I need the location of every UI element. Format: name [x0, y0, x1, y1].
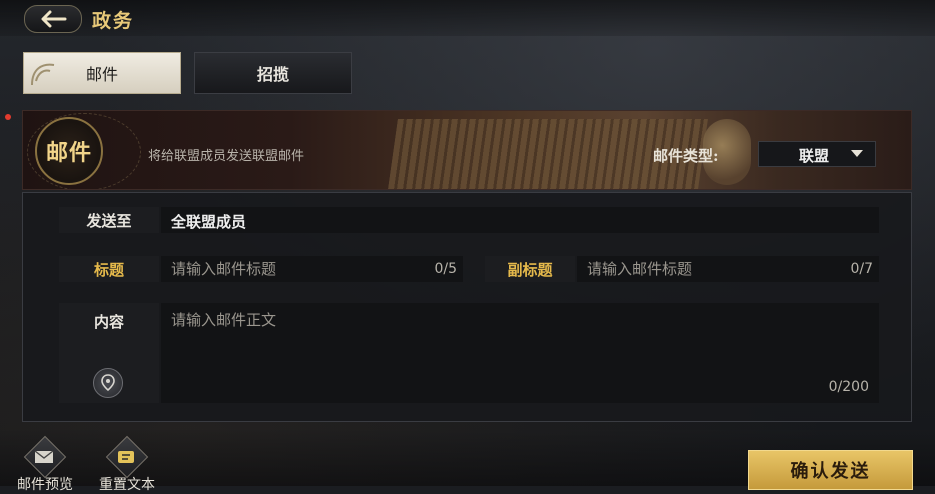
- title-input[interactable]: [171, 260, 401, 278]
- subtitle-field: 0/7: [577, 256, 879, 282]
- content-textarea[interactable]: [171, 309, 861, 369]
- tab-mail[interactable]: 邮件: [23, 52, 181, 94]
- tab-mail-label: 邮件: [85, 65, 118, 84]
- arrow-left-icon: [41, 10, 67, 28]
- notification-dot: [5, 114, 11, 120]
- subtitle-input[interactable]: [587, 260, 817, 278]
- mail-seal: 邮件: [35, 117, 103, 185]
- send-to-value: 全联盟成员: [171, 213, 247, 231]
- reset-text-icon: [118, 451, 134, 463]
- title-label: 标题: [59, 256, 159, 282]
- title-counter: 0/5: [434, 261, 457, 277]
- seal-text: 邮件: [45, 140, 92, 166]
- location-pin-icon: [101, 374, 115, 392]
- send-to-field: 全联盟成员: [161, 207, 879, 233]
- mail-type-value: 联盟: [799, 147, 830, 165]
- ornament-icon: [31, 63, 55, 86]
- subtitle-counter: 0/7: [850, 261, 873, 277]
- mail-preview-label: 邮件预览: [17, 477, 73, 493]
- title-field: 0/5: [161, 256, 463, 282]
- mail-preview-button[interactable]: 邮件预览: [10, 435, 80, 493]
- content-field: 0/200: [161, 303, 879, 403]
- page-title: 政务: [92, 10, 135, 32]
- top-bar: 政务: [0, 0, 935, 36]
- mail-type-label: 邮件类型:: [653, 147, 719, 165]
- chevron-down-icon: [851, 150, 863, 157]
- content-counter: 0/200: [828, 379, 869, 395]
- mail-type-dropdown[interactable]: 联盟: [758, 141, 876, 167]
- confirm-send-button[interactable]: 确认发送: [748, 450, 913, 490]
- mail-form: 发送至 全联盟成员 标题 0/5 副标题 0/7 内容 0/200: [22, 192, 912, 422]
- send-to-label: 发送至: [59, 207, 159, 233]
- back-button[interactable]: [24, 5, 82, 33]
- banner-description: 将给联盟成员发送联盟邮件: [148, 149, 305, 164]
- mail-banner: 邮件 将给联盟成员发送联盟邮件 邮件类型: 联盟: [22, 110, 912, 190]
- subtitle-label: 副标题: [485, 256, 575, 282]
- tab-recruit[interactable]: 招揽: [194, 52, 352, 94]
- reset-text-label: 重置文本: [99, 477, 155, 493]
- tab-recruit-label: 招揽: [256, 65, 289, 84]
- mail-preview-icon: [34, 450, 54, 463]
- location-button[interactable]: [93, 368, 123, 398]
- reset-text-button[interactable]: 重置文本: [92, 435, 162, 493]
